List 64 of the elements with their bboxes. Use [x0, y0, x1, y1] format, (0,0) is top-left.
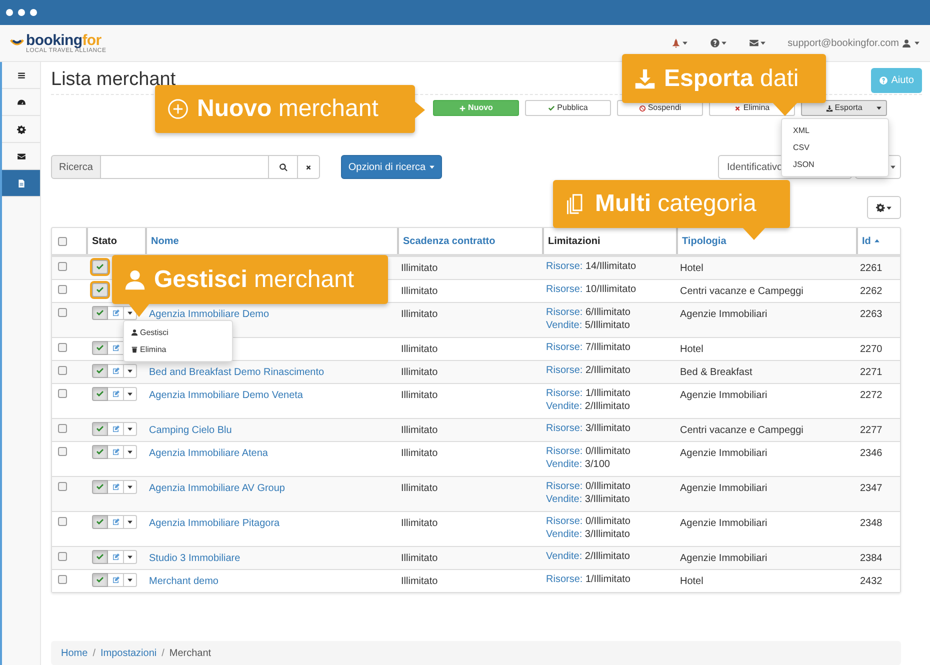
limit-text: Risorse: 6/Illimitato — [546, 307, 632, 319]
table-cell: Illimitato — [401, 263, 438, 274]
limit-text: Vendite: 3/100 — [546, 459, 611, 471]
table-cell: Agenzie Immobiliari — [680, 518, 768, 529]
table-cell: Hotel — [680, 344, 704, 355]
limit-text: Vendite: 3/Illimitato — [546, 529, 631, 541]
table-cell: Hotel — [680, 263, 704, 274]
table-cell: 2262 — [860, 286, 882, 297]
callout-text: Nuovo merchant — [197, 97, 378, 121]
logo-text: bookingfor — [26, 32, 102, 48]
limit-text: Risorse: 1/Illimitato — [546, 574, 632, 586]
table-cell: Illimitato — [401, 518, 438, 529]
limit-text: Risorse: 1/Illimitato — [546, 388, 632, 400]
limit-text: Risorse: 10/Illimitato — [546, 284, 638, 296]
search-label: Ricerca — [51, 155, 101, 179]
table-cell: Illimitato — [401, 390, 438, 401]
table-cell: Bed & Breakfast — [680, 367, 752, 378]
table-cell: Illimitato — [401, 483, 438, 494]
limit-text: Risorse: 7/Illimitato — [546, 342, 632, 354]
column-header: Limitazioni — [548, 234, 600, 248]
breadcrumb-separator: / — [162, 646, 164, 660]
table-cell: 2346 — [860, 448, 882, 459]
limit-text: Vendite: 2/Illimitato — [546, 551, 631, 563]
table-cell: 2261 — [860, 263, 882, 274]
table-cell: 2432 — [860, 576, 882, 587]
table-cell: Agenzie Immobiliari — [680, 390, 768, 401]
limit-text: Vendite: 5/Illimitato — [546, 320, 631, 332]
table-cell: 2347 — [860, 483, 882, 494]
table-cell: Agenzie Immobiliari — [680, 483, 768, 494]
limit-text: Risorse: 3/Illimitato — [546, 423, 632, 435]
table-cell: Illimitato — [401, 286, 438, 297]
table-cell: Illimitato — [401, 367, 438, 378]
table-cell: 2271 — [860, 367, 882, 378]
callout-text: Multi categoria — [595, 192, 756, 216]
table-cell: Agenzie Immobiliari — [680, 448, 768, 459]
table-cell: Illimitato — [401, 576, 438, 587]
limit-text: Risorse: 0/Illimitato — [546, 516, 632, 528]
table-cell: 2270 — [860, 344, 882, 355]
table-cell: 2348 — [860, 518, 882, 529]
callout-text: Gestisci merchant — [154, 268, 354, 292]
limit-text: Risorse: 0/Illimitato — [546, 446, 632, 458]
callout-text: Esporta dati — [664, 66, 799, 90]
table-cell: Agenzie Immobiliari — [680, 309, 768, 320]
table-cell: Agenzie Immobiliari — [680, 553, 768, 564]
column-header: Stato — [92, 234, 117, 248]
table-cell: Illimitato — [401, 425, 438, 436]
limit-text: Vendite: 2/Illimitato — [546, 401, 631, 413]
table-cell: 2272 — [860, 390, 882, 401]
table-cell: 2277 — [860, 425, 882, 436]
table-cell: Hotel — [680, 576, 704, 587]
limit-text: Risorse: 2/Illimitato — [546, 365, 632, 377]
limit-text: Risorse: 14/Illimitato — [546, 261, 638, 273]
limit-text: Vendite: 3/Illimitato — [546, 494, 631, 506]
table-cell: Centri vacanze e Campeggi — [680, 286, 804, 297]
limit-text: Risorse: 0/Illimitato — [546, 481, 632, 493]
table-cell: Centri vacanze e Campeggi — [680, 425, 804, 436]
table-cell: 2384 — [860, 553, 882, 564]
table-cell: Illimitato — [401, 553, 438, 564]
table-cell: Illimitato — [401, 448, 438, 459]
table-cell: 2263 — [860, 309, 882, 320]
table-cell: Illimitato — [401, 309, 438, 320]
table-cell: Illimitato — [401, 344, 438, 355]
page-title: Lista merchant — [51, 68, 176, 92]
breadcrumb-separator: / — [92, 646, 96, 660]
